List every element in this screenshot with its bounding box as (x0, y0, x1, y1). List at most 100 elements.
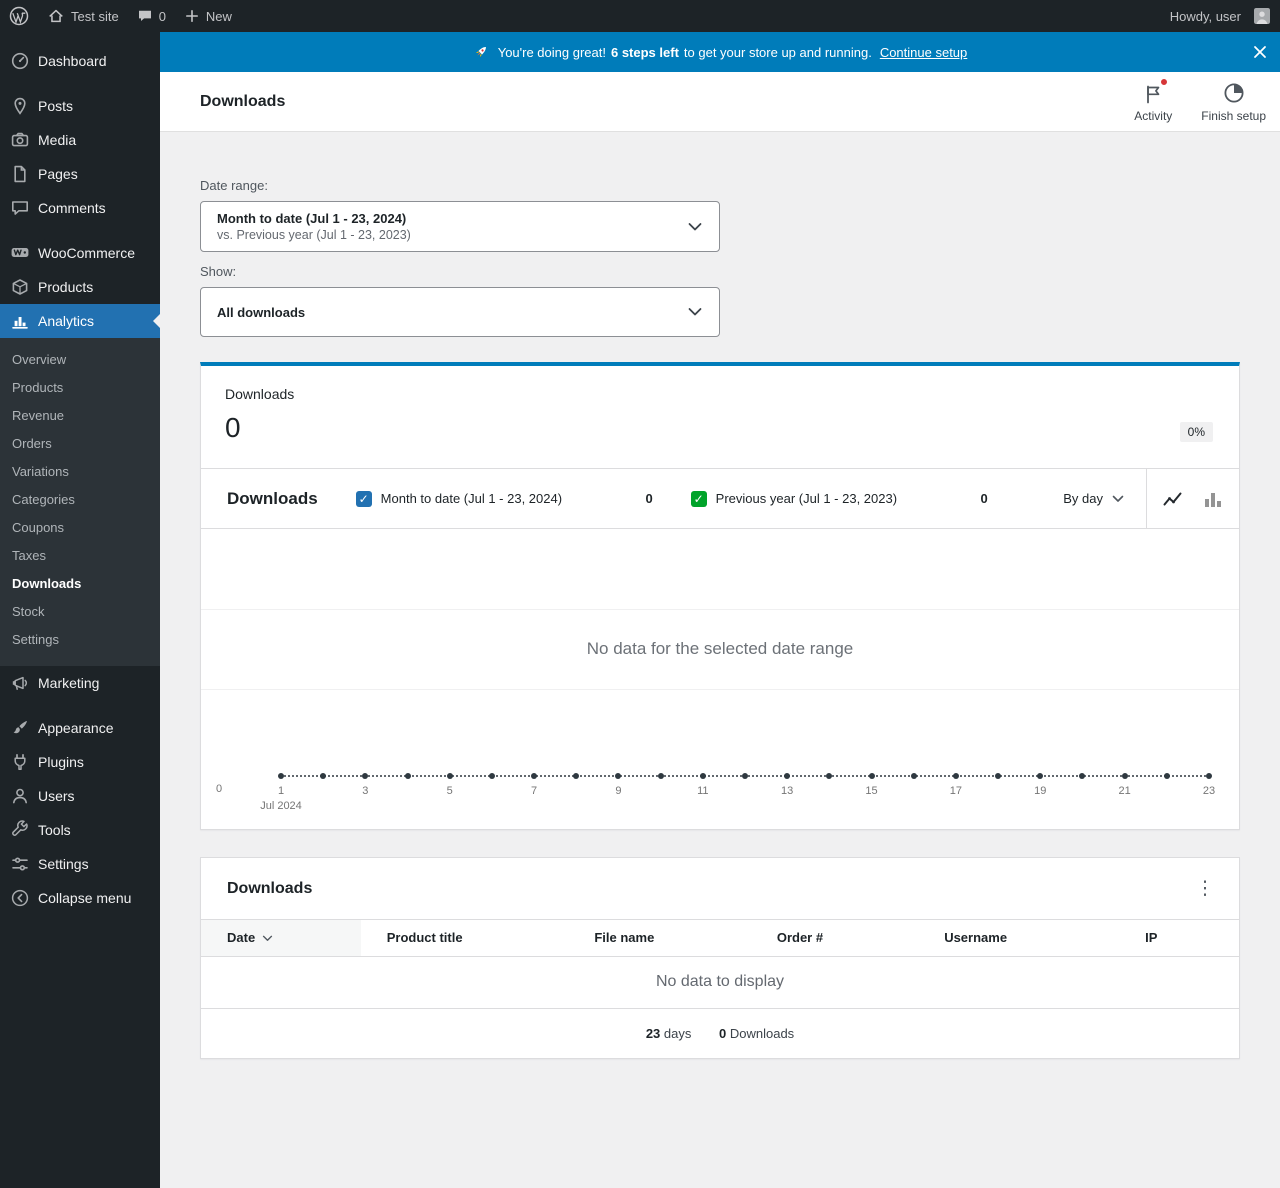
site-menu[interactable]: Test site (38, 0, 128, 32)
date-range-label: Date range: (200, 178, 268, 193)
collapse-menu-button[interactable]: Collapse menu (0, 881, 160, 915)
activity-button[interactable]: Activity (1121, 77, 1185, 127)
sidebar-item-users[interactable]: Users (0, 779, 160, 813)
sidebar-item-label: Analytics (38, 313, 95, 329)
sidebar-subitem-taxes[interactable]: Taxes (0, 542, 160, 570)
plus-icon (184, 8, 200, 24)
data-point-day-22 (1163, 773, 1170, 779)
comments-shortcut[interactable]: 0 (128, 0, 175, 32)
summary-days-label: days (663, 1025, 692, 1041)
date-range-select[interactable]: Month to date (Jul 1 - 23, 2024) vs. Pre… (200, 201, 720, 252)
page-title: Downloads (200, 92, 286, 110)
continue-setup-link[interactable]: Continue setup (880, 45, 967, 60)
x-tick-11: 11 (697, 785, 709, 797)
chart-plot-area: No data for the selected date range 0 13… (201, 529, 1239, 829)
sidebar-item-label: Settings (38, 856, 89, 872)
x-tick-21: 21 (1118, 785, 1131, 797)
sidebar-item-plugins[interactable]: Plugins (0, 745, 160, 779)
woocommerce-icon (10, 243, 30, 263)
comment-icon (10, 198, 30, 218)
sidebar-item-label: Tools (38, 822, 71, 838)
column-header-date[interactable]: Date (201, 920, 361, 957)
data-point-day-13 (784, 773, 791, 779)
sidebar-item-woocommerce[interactable]: WooCommerce (0, 236, 160, 270)
sliders-icon (10, 854, 30, 874)
sidebar-item-products[interactable]: Products (0, 270, 160, 304)
sidebar-item-settings[interactable]: Settings (0, 847, 160, 881)
legend-checkbox-checked[interactable]: ✓ (690, 490, 707, 507)
data-point-day-12 (742, 773, 748, 779)
account-menu[interactable]: Howdy, user (1161, 0, 1280, 32)
show-filter-select[interactable]: All downloads (200, 287, 720, 337)
new-menu[interactable]: New (175, 0, 241, 32)
summary-downloads-value: 0 (719, 1025, 727, 1041)
kebab-menu-icon[interactable]: ⋮ (1187, 871, 1223, 907)
interval-value: By day (1063, 491, 1103, 506)
menu-separator (0, 700, 160, 711)
sidebar-item-label: WooCommerce (38, 245, 135, 261)
sidebar-item-dashboard[interactable]: Dashboard (0, 44, 160, 78)
column-header-order[interactable]: Order # (712, 920, 888, 957)
sidebar-item-analytics[interactable]: Analytics (0, 304, 160, 338)
x-tick-15: 15 (865, 785, 878, 797)
summary-downloads-label: Downloads (729, 1025, 795, 1041)
legend-label: Month to date (Jul 1 - 23, 2024) (380, 491, 563, 506)
sidebar-subitem-categories[interactable]: Categories (0, 486, 160, 514)
x-tick-23: 23 (1202, 785, 1216, 797)
sidebar-item-label: Products (38, 279, 94, 295)
user-icon (10, 786, 30, 806)
data-point-day-7 (531, 773, 538, 779)
sidebar-item-comments[interactable]: Comments (0, 191, 160, 225)
sidebar-subitem-settings[interactable]: Settings (0, 626, 160, 654)
date-range-compare: vs. Previous year (Jul 1 - 23, 2023) (217, 228, 411, 242)
sidebar-subitem-stock[interactable]: Stock (0, 598, 160, 626)
sidebar-item-pages[interactable]: Pages (0, 157, 160, 191)
column-header-username[interactable]: Username (887, 920, 1064, 957)
legend-item-0[interactable]: ✓ Month to date (Jul 1 - 23, 2024) 0 (355, 490, 691, 507)
collapse-menu-label: Collapse menu (38, 890, 132, 906)
paintbrush-icon (10, 718, 30, 738)
summary-delta-badge: 0% (1179, 422, 1213, 442)
data-point-day-14 (826, 773, 833, 779)
wp-logo-menu[interactable] (0, 0, 38, 32)
legend-checkbox-checked[interactable]: ✓ (355, 490, 372, 507)
gridline (201, 609, 1239, 610)
progress-clock-icon (1222, 81, 1246, 105)
sidebar-subitem-coupons[interactable]: Coupons (0, 514, 160, 542)
sidebar-item-posts[interactable]: Posts (0, 89, 160, 123)
bar-chart-icon (10, 311, 30, 331)
column-header-ip[interactable]: IP (1063, 920, 1239, 957)
gridline (201, 689, 1239, 690)
downloads-summary-tile[interactable]: Downloads 0 0% (201, 366, 1239, 469)
line-chart-button[interactable] (1153, 479, 1193, 519)
legend-value: 0 (980, 491, 988, 506)
sidebar-subitem-orders[interactable]: Orders (0, 430, 160, 458)
interval-select[interactable]: By day (1063, 491, 1146, 506)
sidebar-subitem-revenue[interactable]: Revenue (0, 402, 160, 430)
data-point-day-4 (404, 773, 411, 779)
sidebar-subitem-products[interactable]: Products (0, 374, 160, 402)
wordpress-logo-icon (9, 6, 29, 26)
finish-setup-button[interactable]: Finish setup (1199, 77, 1268, 127)
sidebar-item-media[interactable]: Media (0, 123, 160, 157)
x-tick-3: 3 (362, 785, 369, 797)
sidebar-item-appearance[interactable]: Appearance (0, 711, 160, 745)
column-header-product-title[interactable]: Product title (360, 920, 537, 957)
x-tick-1: 1 (277, 785, 285, 797)
sidebar-item-label: Plugins (38, 754, 84, 770)
column-header-file-name[interactable]: File name (536, 920, 713, 957)
sidebar-subitem-downloads[interactable]: Downloads (0, 570, 160, 598)
dashboard-icon (10, 51, 30, 71)
sidebar-subitem-variations[interactable]: Variations (0, 458, 160, 486)
sidebar-item-marketing[interactable]: Marketing (0, 666, 160, 700)
data-point-day-15 (868, 773, 875, 779)
camera-icon (10, 130, 30, 150)
sidebar-item-tools[interactable]: Tools (0, 813, 160, 847)
finish-setup-label: Finish setup (1201, 108, 1266, 123)
data-point-day-20 (1079, 773, 1086, 779)
legend-label: Previous year (Jul 1 - 23, 2023) (715, 491, 898, 506)
legend-item-1[interactable]: ✓ Previous year (Jul 1 - 23, 2023) 0 (690, 490, 1026, 507)
banner-close-icon[interactable] (1248, 40, 1272, 64)
sidebar-subitem-overview[interactable]: Overview (0, 346, 160, 374)
bar-chart-button[interactable] (1193, 479, 1233, 519)
